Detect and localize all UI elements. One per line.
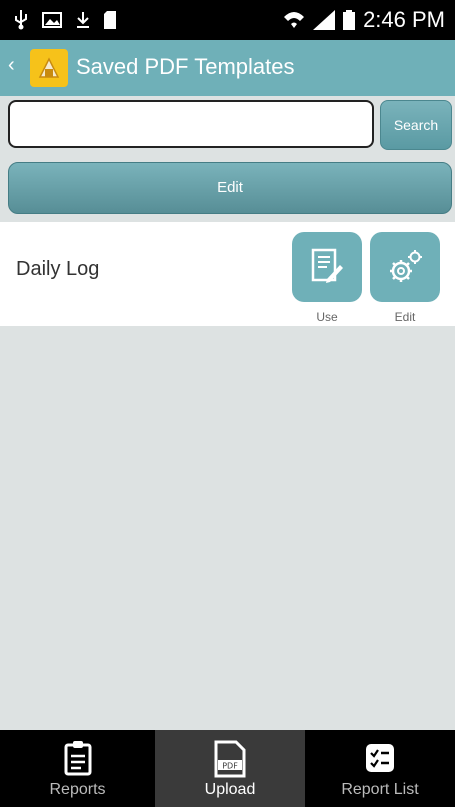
clock: 2:46 PM <box>363 7 445 32</box>
app-logo[interactable] <box>30 49 68 87</box>
clipboard-icon <box>64 741 91 776</box>
edit-template-button[interactable] <box>370 232 440 302</box>
nav-upload-label: Upload <box>204 781 256 798</box>
nav-report-list[interactable]: Report List <box>305 730 455 807</box>
use-template-button[interactable] <box>292 232 362 302</box>
signal-icon <box>313 10 336 30</box>
gears-icon <box>390 250 422 282</box>
download-icon <box>77 12 89 28</box>
notification-icons <box>14 10 116 30</box>
use-label: Use <box>316 310 338 324</box>
battery-icon <box>343 10 356 30</box>
document-edit-icon <box>311 248 343 283</box>
nav-reports[interactable]: Reports <box>0 730 155 807</box>
image-icon <box>42 12 62 28</box>
edit-button[interactable]: Edit <box>8 162 452 214</box>
status-bar: 2:46 PM <box>0 0 455 40</box>
app-logo-icon <box>38 57 60 78</box>
checklist-icon <box>366 744 394 772</box>
nav-upload[interactable]: PDF Upload <box>155 730 305 807</box>
sd-card-icon <box>104 11 116 29</box>
nav-report-list-label: Report List <box>341 781 419 798</box>
search-row: Search <box>0 96 455 160</box>
list-item: Daily Log Use Edit <box>0 222 455 326</box>
page-title: Saved PDF Templates <box>76 54 295 79</box>
usb-icon <box>15 10 27 30</box>
system-indicators: 2:46 PM <box>283 7 445 33</box>
template-name: Daily Log <box>16 258 100 280</box>
wifi-icon <box>284 12 305 28</box>
search-input[interactable] <box>8 100 374 148</box>
back-chevron-icon[interactable]: ‹ <box>8 54 15 77</box>
app-bar: ‹ Saved PDF Templates <box>0 40 455 96</box>
edit-label: Edit <box>394 310 416 324</box>
svg-text:PDF: PDF <box>222 762 238 771</box>
bottom-nav: Reports PDF Upload Report List <box>0 730 455 807</box>
search-button[interactable]: Search <box>380 100 452 150</box>
nav-reports-label: Reports <box>49 781 106 798</box>
pdf-file-icon: PDF <box>214 740 246 778</box>
